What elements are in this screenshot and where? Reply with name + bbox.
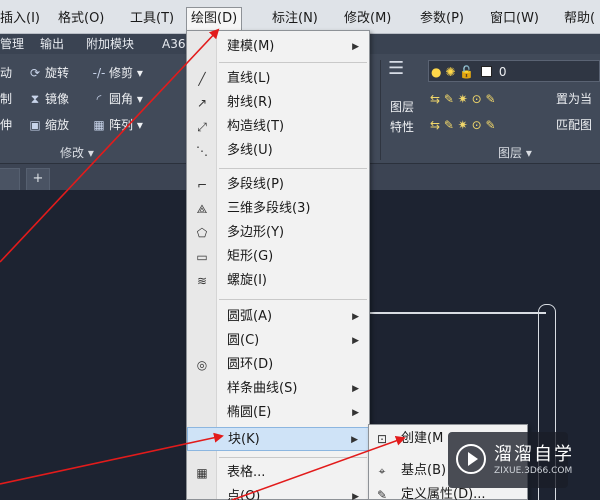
block-create-icon: ⊡ [376,432,388,446]
menu-item-xline[interactable]: ⤢ 构造线(T) [187,115,369,139]
menu-item-ellipse[interactable]: 椭圆(E) ▶ [187,401,369,425]
submenu-arrow-icon: ▶ [352,492,359,500]
mirror-icon: ⧗ [30,92,40,106]
polygon-icon: ⬠ [196,226,208,240]
lock-icon: 🔓 [459,65,475,79]
submenu-arrow-icon: ▶ [352,312,359,322]
layer-tool-icons-row1[interactable]: ⇆ ✎ ✷ ⊙ ✎ [430,88,496,110]
menu-tools[interactable]: 工具(T) [130,8,174,30]
menu-item-rectangle[interactable]: ▭ 矩形(G) [187,245,369,269]
donut-icon: ◎ [196,358,208,372]
menu-modify[interactable]: 修改(M) [344,8,391,30]
menu-item-line[interactable]: ╱ 直线(L) [187,67,369,91]
submenu-arrow-icon: ▶ [352,384,359,394]
watermark: 溜溜自学 ZIXUE.3D66.COM [448,432,572,488]
menu-item-mline[interactable]: ⋱ 多线(U) [187,139,369,163]
layer-properties-label-2[interactable]: 特性 [390,116,414,138]
menu-bar: 插入(I) 格式(O) 工具(T) 绘图(D) 标注(N) 修改(M) 参数(P… [0,0,600,34]
modify-panel-title[interactable]: 修改 ▾ [60,144,94,162]
tab-output[interactable]: 输出 [40,36,64,52]
menu-item-helix[interactable]: ≋ 螺旋(I) [187,269,369,293]
menu-help[interactable]: 帮助( [564,8,595,30]
menu-item-spline[interactable]: 样条曲线(S) ▶ [187,377,369,401]
submenu-arrow-icon: ▶ [351,435,358,445]
menu-item-ray[interactable]: ↗ 射线(R) [187,91,369,115]
polyline-icon: ⌐ [196,178,208,192]
array-icon: ▦ [93,118,105,132]
menu-item-polyline[interactable]: ⌐ 多段线(P) [187,173,369,197]
menu-item-polygon[interactable]: ⬠ 多边形(Y) [187,221,369,245]
tab-addins[interactable]: 附加模块 [86,36,134,52]
play-icon [456,444,486,474]
sun-icon: ✺ [445,65,456,79]
scale-icon: ▣ [29,118,41,132]
submenu-arrow-icon: ▶ [352,336,359,346]
line-icon: ╱ [198,72,206,86]
submenu-arrow-icon: ▶ [352,408,359,418]
layer-properties-icon[interactable]: ☰ [388,58,404,80]
move-button[interactable]: 动 [0,62,12,84]
basepoint-icon: ⌖ [378,464,386,478]
array-button[interactable]: ▦ 阵列 ▾ [92,114,143,136]
bulb-icon: ● [431,65,442,79]
ribbon-separator [380,60,381,160]
layer-properties-label-1[interactable]: 图层 [390,96,414,118]
submenu-arrow-icon: ▶ [352,42,359,52]
tab-a360[interactable]: A36 [162,36,185,52]
layer-color-swatch [480,66,492,77]
tab-manage[interactable]: 管理 [0,36,24,52]
match-layer-button[interactable]: 匹配图 [556,114,592,136]
menu-dimension[interactable]: 标注(N) [272,8,318,30]
fillet-button[interactable]: ◜ 圆角 ▾ [92,88,143,110]
copy-button[interactable]: 制 [0,88,12,110]
menu-insert[interactable]: 插入(I) [0,8,40,30]
helix-icon: ≋ [196,274,208,288]
mline-icon: ⋱ [196,144,208,158]
mirror-button[interactable]: ⧗ 镜像 [28,88,69,110]
menu-item-block[interactable]: 块(K) ▶ [187,427,369,451]
fillet-icon: ◜ [96,92,102,106]
menu-window[interactable]: 窗口(W) [490,8,539,30]
rectangle-icon: ▭ [196,250,208,264]
ray-icon: ↗ [196,96,208,110]
menu-item-modeling[interactable]: 建模(M) ▶ [187,35,369,59]
menu-separator [219,168,367,169]
menu-item-point[interactable]: 点(O) ▶ [187,485,369,500]
layer-dropdown[interactable]: ● ✺ 🔓 0 [428,60,600,82]
menu-separator [219,62,367,63]
menu-item-donut[interactable]: ◎ 圆环(D) [187,353,369,377]
menu-item-table[interactable]: ▦ 表格... [187,461,369,485]
attdef-icon: ✎ [376,488,388,500]
trim-button[interactable]: -/- 修剪 ▾ [92,62,143,84]
file-tab[interactable] [0,168,20,190]
watermark-title: 溜溜自学 [494,444,574,465]
stretch-button[interactable]: 伸 [0,114,12,136]
3dpoly-icon: ⟁ [196,202,208,216]
rotate-button[interactable]: ⟳ 旋转 [28,62,69,84]
table-icon: ▦ [196,466,208,480]
scale-button[interactable]: ▣ 缩放 [28,114,69,136]
rotate-icon: ⟳ [29,66,41,80]
menu-format[interactable]: 格式(O) [58,8,104,30]
menu-item-3dpoly[interactable]: ⟁ 三维多段线(3) [187,197,369,221]
menu-separator [219,457,367,458]
menu-parameters[interactable]: 参数(P) [420,8,464,30]
draw-menu: 建模(M) ▶ ╱ 直线(L) ↗ 射线(R) ⤢ 构造线(T) ⋱ 多线(U) ⌐ 多段线… [186,30,370,500]
menu-item-circle[interactable]: 圆(C) ▶ [187,329,369,353]
layers-panel-title[interactable]: 图层 ▾ [498,144,532,162]
new-tab-button[interactable]: + [26,168,50,190]
menu-separator [219,299,367,300]
menu-item-arc[interactable]: 圆弧(A) ▶ [187,305,369,329]
layer-tool-icons-row2[interactable]: ⇆ ✎ ✷ ⊙ ✎ [430,114,496,136]
menu-draw[interactable]: 绘图(D) [186,7,243,32]
set-current-button[interactable]: 置为当 [556,88,592,110]
xline-icon: ⤢ [197,120,207,134]
watermark-url: ZIXUE.3D66.COM [494,466,573,476]
trim-icon: -/- [92,66,106,80]
drawing-line [370,312,546,314]
